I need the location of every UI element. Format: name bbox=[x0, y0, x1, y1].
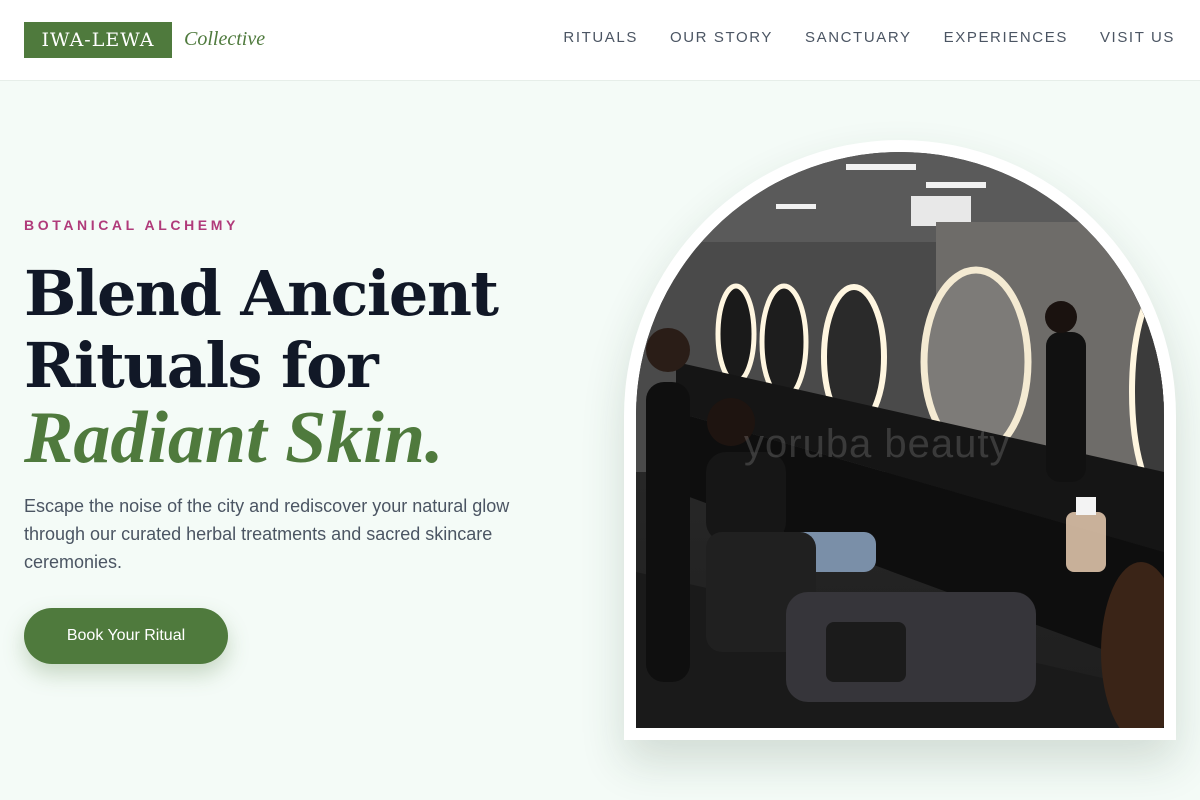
brand-logo[interactable]: IWA-LEWA bbox=[24, 22, 172, 58]
nav-item-visit-us[interactable]: VISIT US bbox=[1100, 29, 1175, 46]
nav-item-our-story[interactable]: OUR STORY bbox=[670, 29, 773, 46]
salon-photo: yoruba beauty bbox=[636, 152, 1164, 728]
brand-tagline: Collective bbox=[184, 28, 266, 50]
hero-image-frame: yoruba beauty bbox=[624, 140, 1176, 740]
image-watermark: yoruba beauty bbox=[744, 422, 1011, 466]
nav-item-sanctuary[interactable]: SANCTUARY bbox=[805, 29, 912, 46]
headline-accent: Radiant Skin. bbox=[24, 397, 444, 479]
nav-item-experiences[interactable]: EXPERIENCES bbox=[944, 29, 1068, 46]
main-nav: RITUALS OUR STORY SANCTUARY EXPERIENCES … bbox=[563, 29, 1175, 46]
hero-eyebrow: BOTANICAL ALCHEMY bbox=[24, 217, 239, 233]
hero-description: Escape the noise of the city and redisco… bbox=[24, 496, 510, 572]
nav-item-rituals[interactable]: RITUALS bbox=[563, 29, 638, 46]
site-header: IWA-LEWA Collective RITUALS OUR STORY SA… bbox=[0, 0, 1200, 81]
headline-line-2: Rituals for bbox=[24, 329, 379, 402]
headline-line-1: Blend Ancient bbox=[24, 257, 499, 330]
hero-headline: Blend Ancient Rituals for Radiant Skin. bbox=[24, 257, 499, 479]
book-ritual-button[interactable]: Book Your Ritual bbox=[24, 608, 228, 664]
